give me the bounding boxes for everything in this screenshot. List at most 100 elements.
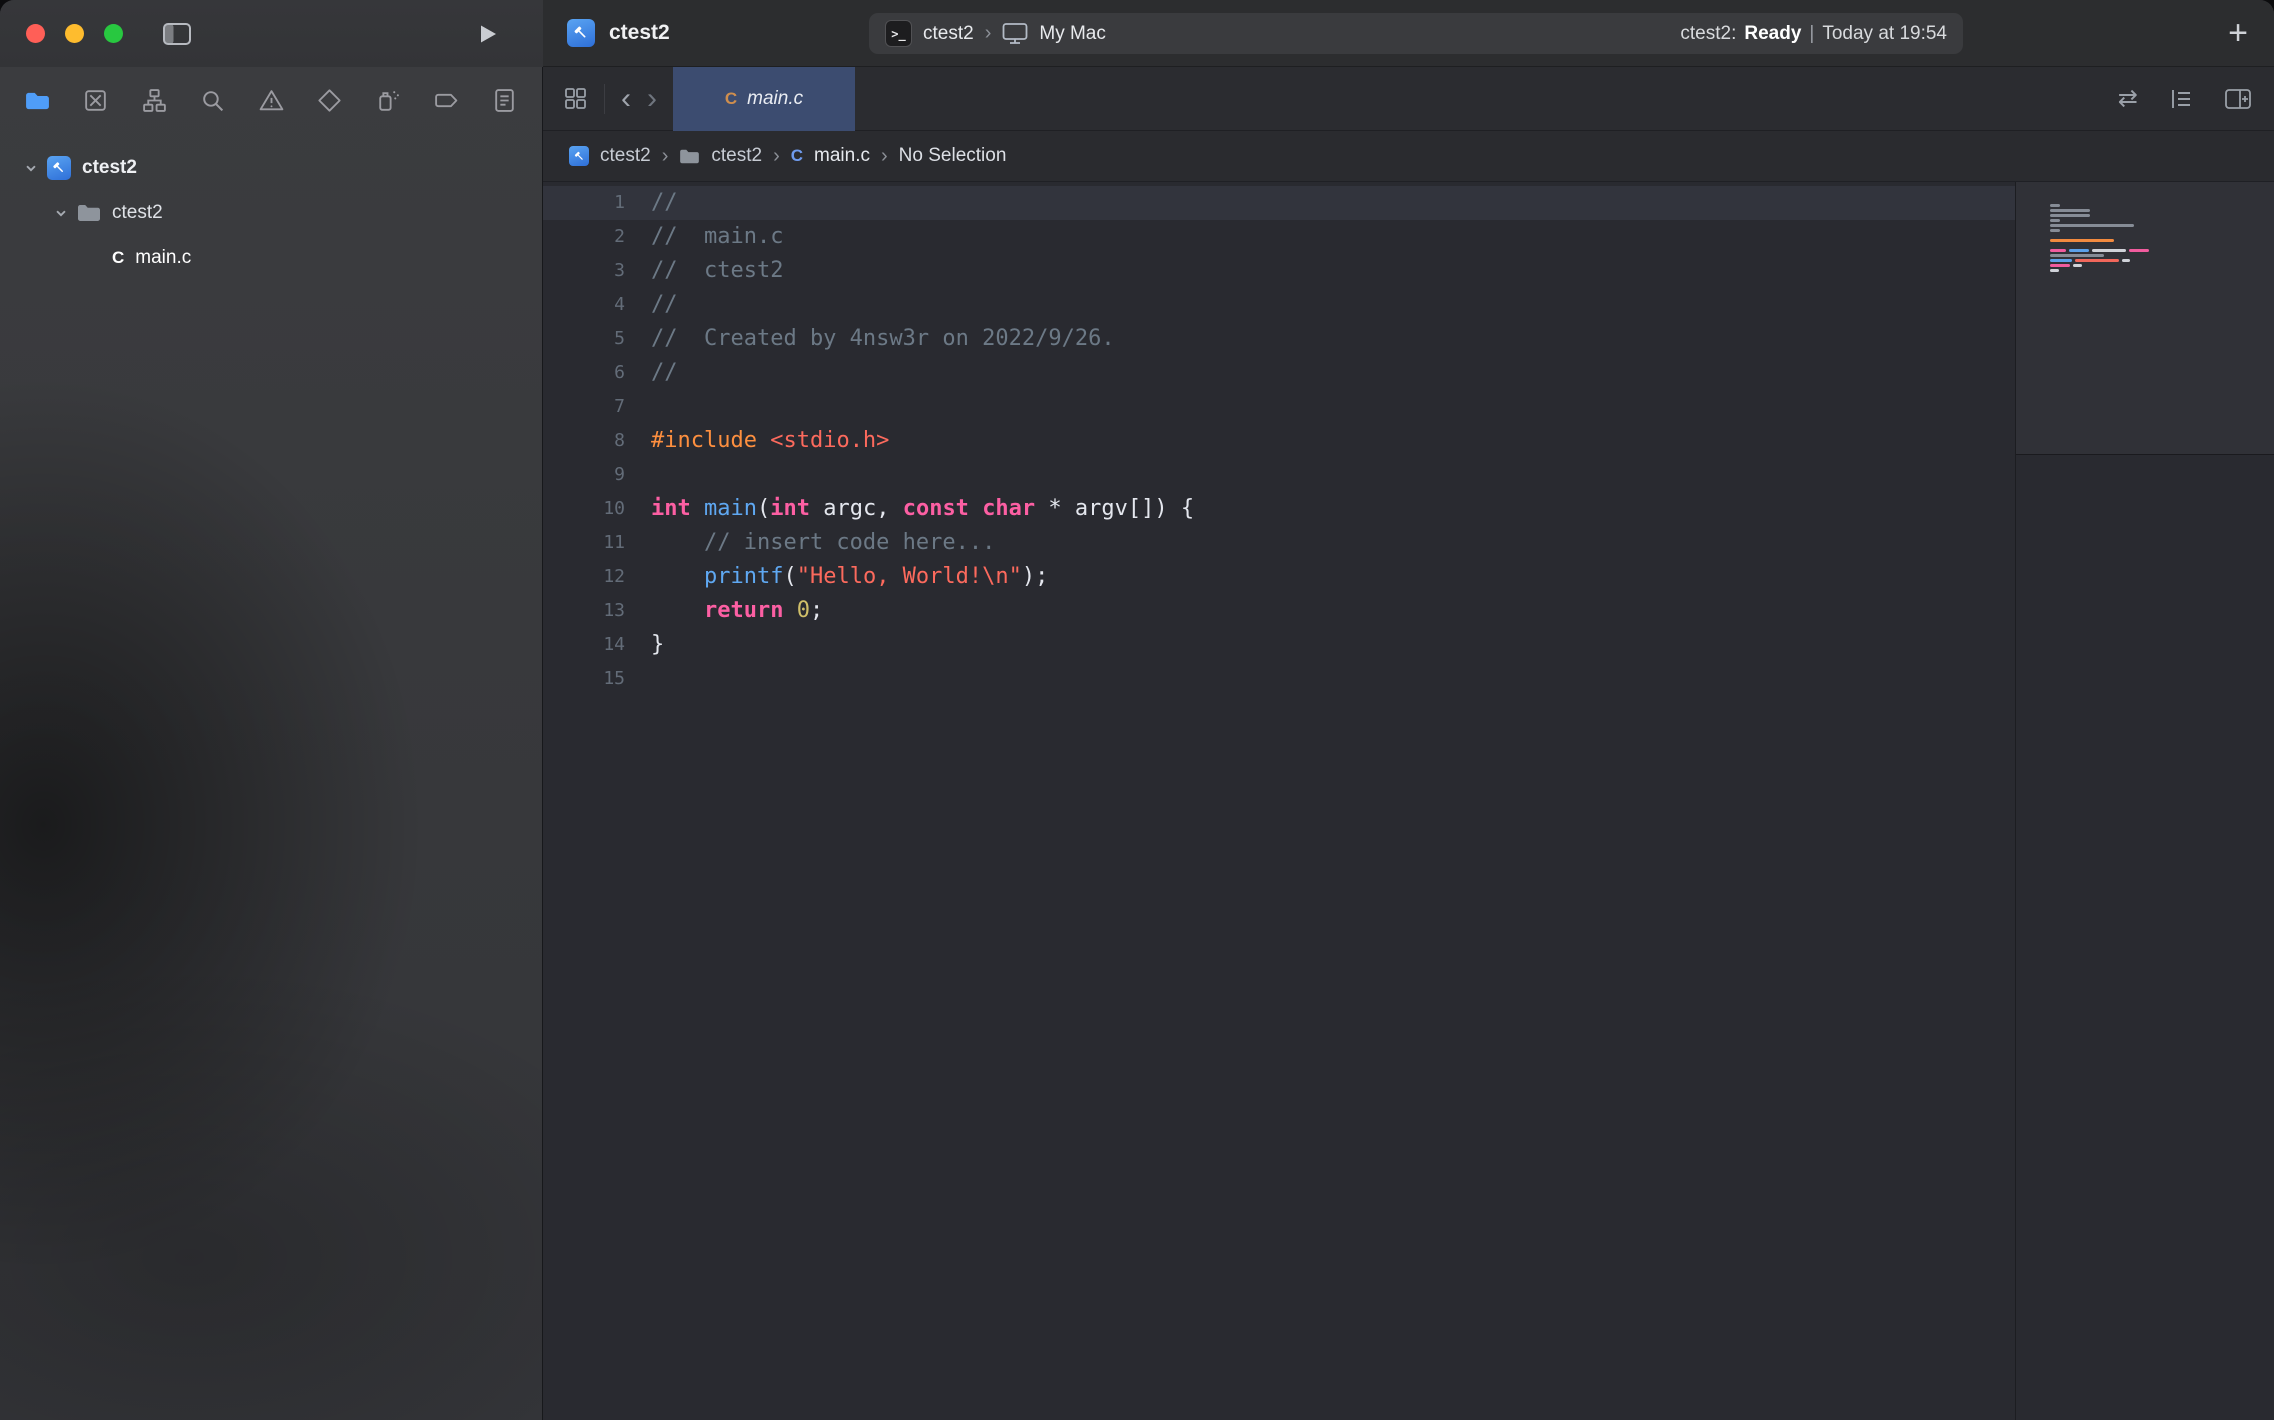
symbol-navigator-icon[interactable] <box>141 87 168 114</box>
library-add-button[interactable]: + <box>2228 0 2248 67</box>
jumpbar-file[interactable]: main.c <box>814 145 870 167</box>
scheme-target-icon[interactable]: >_ <box>885 20 912 47</box>
go-back-button[interactable]: ‹ <box>621 84 631 114</box>
folder-icon <box>679 148 700 165</box>
line-number: 7 <box>543 390 643 424</box>
scheme-destination[interactable]: My Mac <box>1039 23 1106 45</box>
tab-label: main.c <box>747 88 803 110</box>
go-forward-button[interactable]: › <box>647 84 657 114</box>
tab-nav-controls: ‹ › <box>563 84 657 114</box>
minimap-row <box>2050 274 2274 279</box>
xcode-project-icon <box>567 19 595 47</box>
chevron-separator-icon: › <box>773 145 780 168</box>
code-line[interactable]: 13 return 0; <box>543 594 2015 628</box>
minimap[interactable] <box>2015 182 2274 1420</box>
status-project: ctest2: <box>1680 23 1736 45</box>
line-number: 12 <box>543 560 643 594</box>
tree-label-group: ctest2 <box>112 202 163 224</box>
c-file-icon: C <box>112 248 124 268</box>
line-number: 9 <box>543 458 643 492</box>
code-line[interactable]: 12 printf("Hello, World!\n"); <box>543 560 2015 594</box>
tab-bar: ‹ › C main.c ⇄ <box>543 67 2274 131</box>
jumpbar-selection[interactable]: No Selection <box>899 145 1007 167</box>
code-line[interactable]: 11 // insert code here... <box>543 526 2015 560</box>
find-navigator-icon[interactable] <box>199 87 226 114</box>
main-area: ctest2 >_ ctest2 › My Mac ctest2: Ready … <box>543 0 2274 1420</box>
chevron-down-icon[interactable] <box>24 161 38 175</box>
jumpbar-group[interactable]: ctest2 <box>711 145 762 167</box>
line-number: 8 <box>543 424 643 458</box>
source-control-navigator-icon[interactable] <box>82 87 109 114</box>
mac-icon <box>1002 22 1028 45</box>
line-number: 11 <box>543 526 643 560</box>
code-line[interactable]: 7 <box>543 390 2015 424</box>
scheme-and-status-bar: >_ ctest2 › My Mac ctest2: Ready | Today… <box>869 13 1963 54</box>
editor-grid-icon[interactable] <box>563 86 588 111</box>
code-text: // ctest2 <box>643 254 783 288</box>
c-file-icon: C <box>791 146 803 166</box>
chevron-down-icon[interactable] <box>54 206 68 220</box>
code-text: // main.c <box>643 220 783 254</box>
tree-row-group[interactable]: ctest2 <box>0 190 542 235</box>
code-text: return 0; <box>643 594 823 628</box>
tree-row-file-selected[interactable]: C main.c <box>0 235 542 280</box>
code-text: // <box>643 186 678 220</box>
code-text: int main(int argc, const char * argv[]) … <box>643 492 1194 526</box>
code-line[interactable]: 2// main.c <box>543 220 2015 254</box>
sidebar-toggle-icon <box>161 21 193 47</box>
tree-label-file: main.c <box>135 247 191 269</box>
code-line[interactable]: 6// <box>543 356 2015 390</box>
tree-row-project[interactable]: ctest2 <box>0 145 542 190</box>
code-line[interactable]: 15 <box>543 662 2015 696</box>
report-navigator-icon[interactable] <box>491 87 518 114</box>
code-text: printf("Hello, World!\n"); <box>643 560 1048 594</box>
traffic-lights <box>26 24 123 43</box>
jumpbar-project[interactable]: ctest2 <box>600 145 651 167</box>
code-text: #include <stdio.h> <box>643 424 889 458</box>
toggle-sidebar-button[interactable] <box>161 21 193 47</box>
line-number: 5 <box>543 322 643 356</box>
code-line[interactable]: 9 <box>543 458 2015 492</box>
minimize-window-button[interactable] <box>65 24 84 43</box>
related-items-icon[interactable]: ⇄ <box>2118 84 2138 113</box>
code-lines: 1//2// main.c3// ctest24//5// Created by… <box>543 186 2015 696</box>
xcode-window: ctest2 ctest2 C main.c <box>0 0 2274 1420</box>
chevron-separator-icon: › <box>881 145 888 168</box>
source-editor[interactable]: 1//2// main.c3// ctest24//5// Created by… <box>543 182 2015 1420</box>
xcode-project-icon <box>569 146 589 166</box>
project-tree: ctest2 ctest2 C main.c <box>0 133 542 280</box>
line-number: 6 <box>543 356 643 390</box>
chevron-separator-icon: › <box>662 145 669 168</box>
jump-bar: ctest2 › ctest2 › C main.c › No Selectio… <box>543 131 2274 182</box>
code-line[interactable]: 10int main(int argc, const char * argv[]… <box>543 492 2015 526</box>
code-line[interactable]: 5// Created by 4nsw3r on 2022/9/26. <box>543 322 2015 356</box>
toolbar: ctest2 >_ ctest2 › My Mac ctest2: Ready … <box>543 0 2274 67</box>
tab-main-c[interactable]: C main.c <box>673 67 855 131</box>
debug-navigator-icon[interactable] <box>374 87 401 114</box>
code-text: // <box>643 288 678 322</box>
play-icon <box>475 22 499 46</box>
code-line[interactable]: 3// ctest2 <box>543 254 2015 288</box>
test-navigator-icon[interactable] <box>316 87 343 114</box>
zoom-window-button[interactable] <box>104 24 123 43</box>
issue-navigator-icon[interactable] <box>258 87 285 114</box>
scheme-target[interactable]: ctest2 <box>923 23 974 45</box>
project-navigator-icon[interactable] <box>24 87 51 114</box>
folder-icon <box>77 203 101 223</box>
activity-status[interactable]: ctest2: Ready | Today at 19:54 <box>1680 23 1947 45</box>
code-line[interactable]: 4// <box>543 288 2015 322</box>
line-number: 3 <box>543 254 643 288</box>
code-line[interactable]: 8#include <stdio.h> <box>543 424 2015 458</box>
code-line[interactable]: 1// <box>543 186 2015 220</box>
line-number: 13 <box>543 594 643 628</box>
line-number: 14 <box>543 628 643 662</box>
editor-options-icon[interactable] <box>2168 86 2194 112</box>
tree-label-project: ctest2 <box>82 157 137 179</box>
add-editor-icon[interactable] <box>2224 87 2252 111</box>
code-line[interactable]: 14} <box>543 628 2015 662</box>
run-button[interactable] <box>475 22 499 46</box>
code-text: // Created by 4nsw3r on 2022/9/26. <box>643 322 1115 356</box>
status-separator: | <box>1809 23 1814 45</box>
breakpoint-navigator-icon[interactable] <box>433 87 460 114</box>
close-window-button[interactable] <box>26 24 45 43</box>
